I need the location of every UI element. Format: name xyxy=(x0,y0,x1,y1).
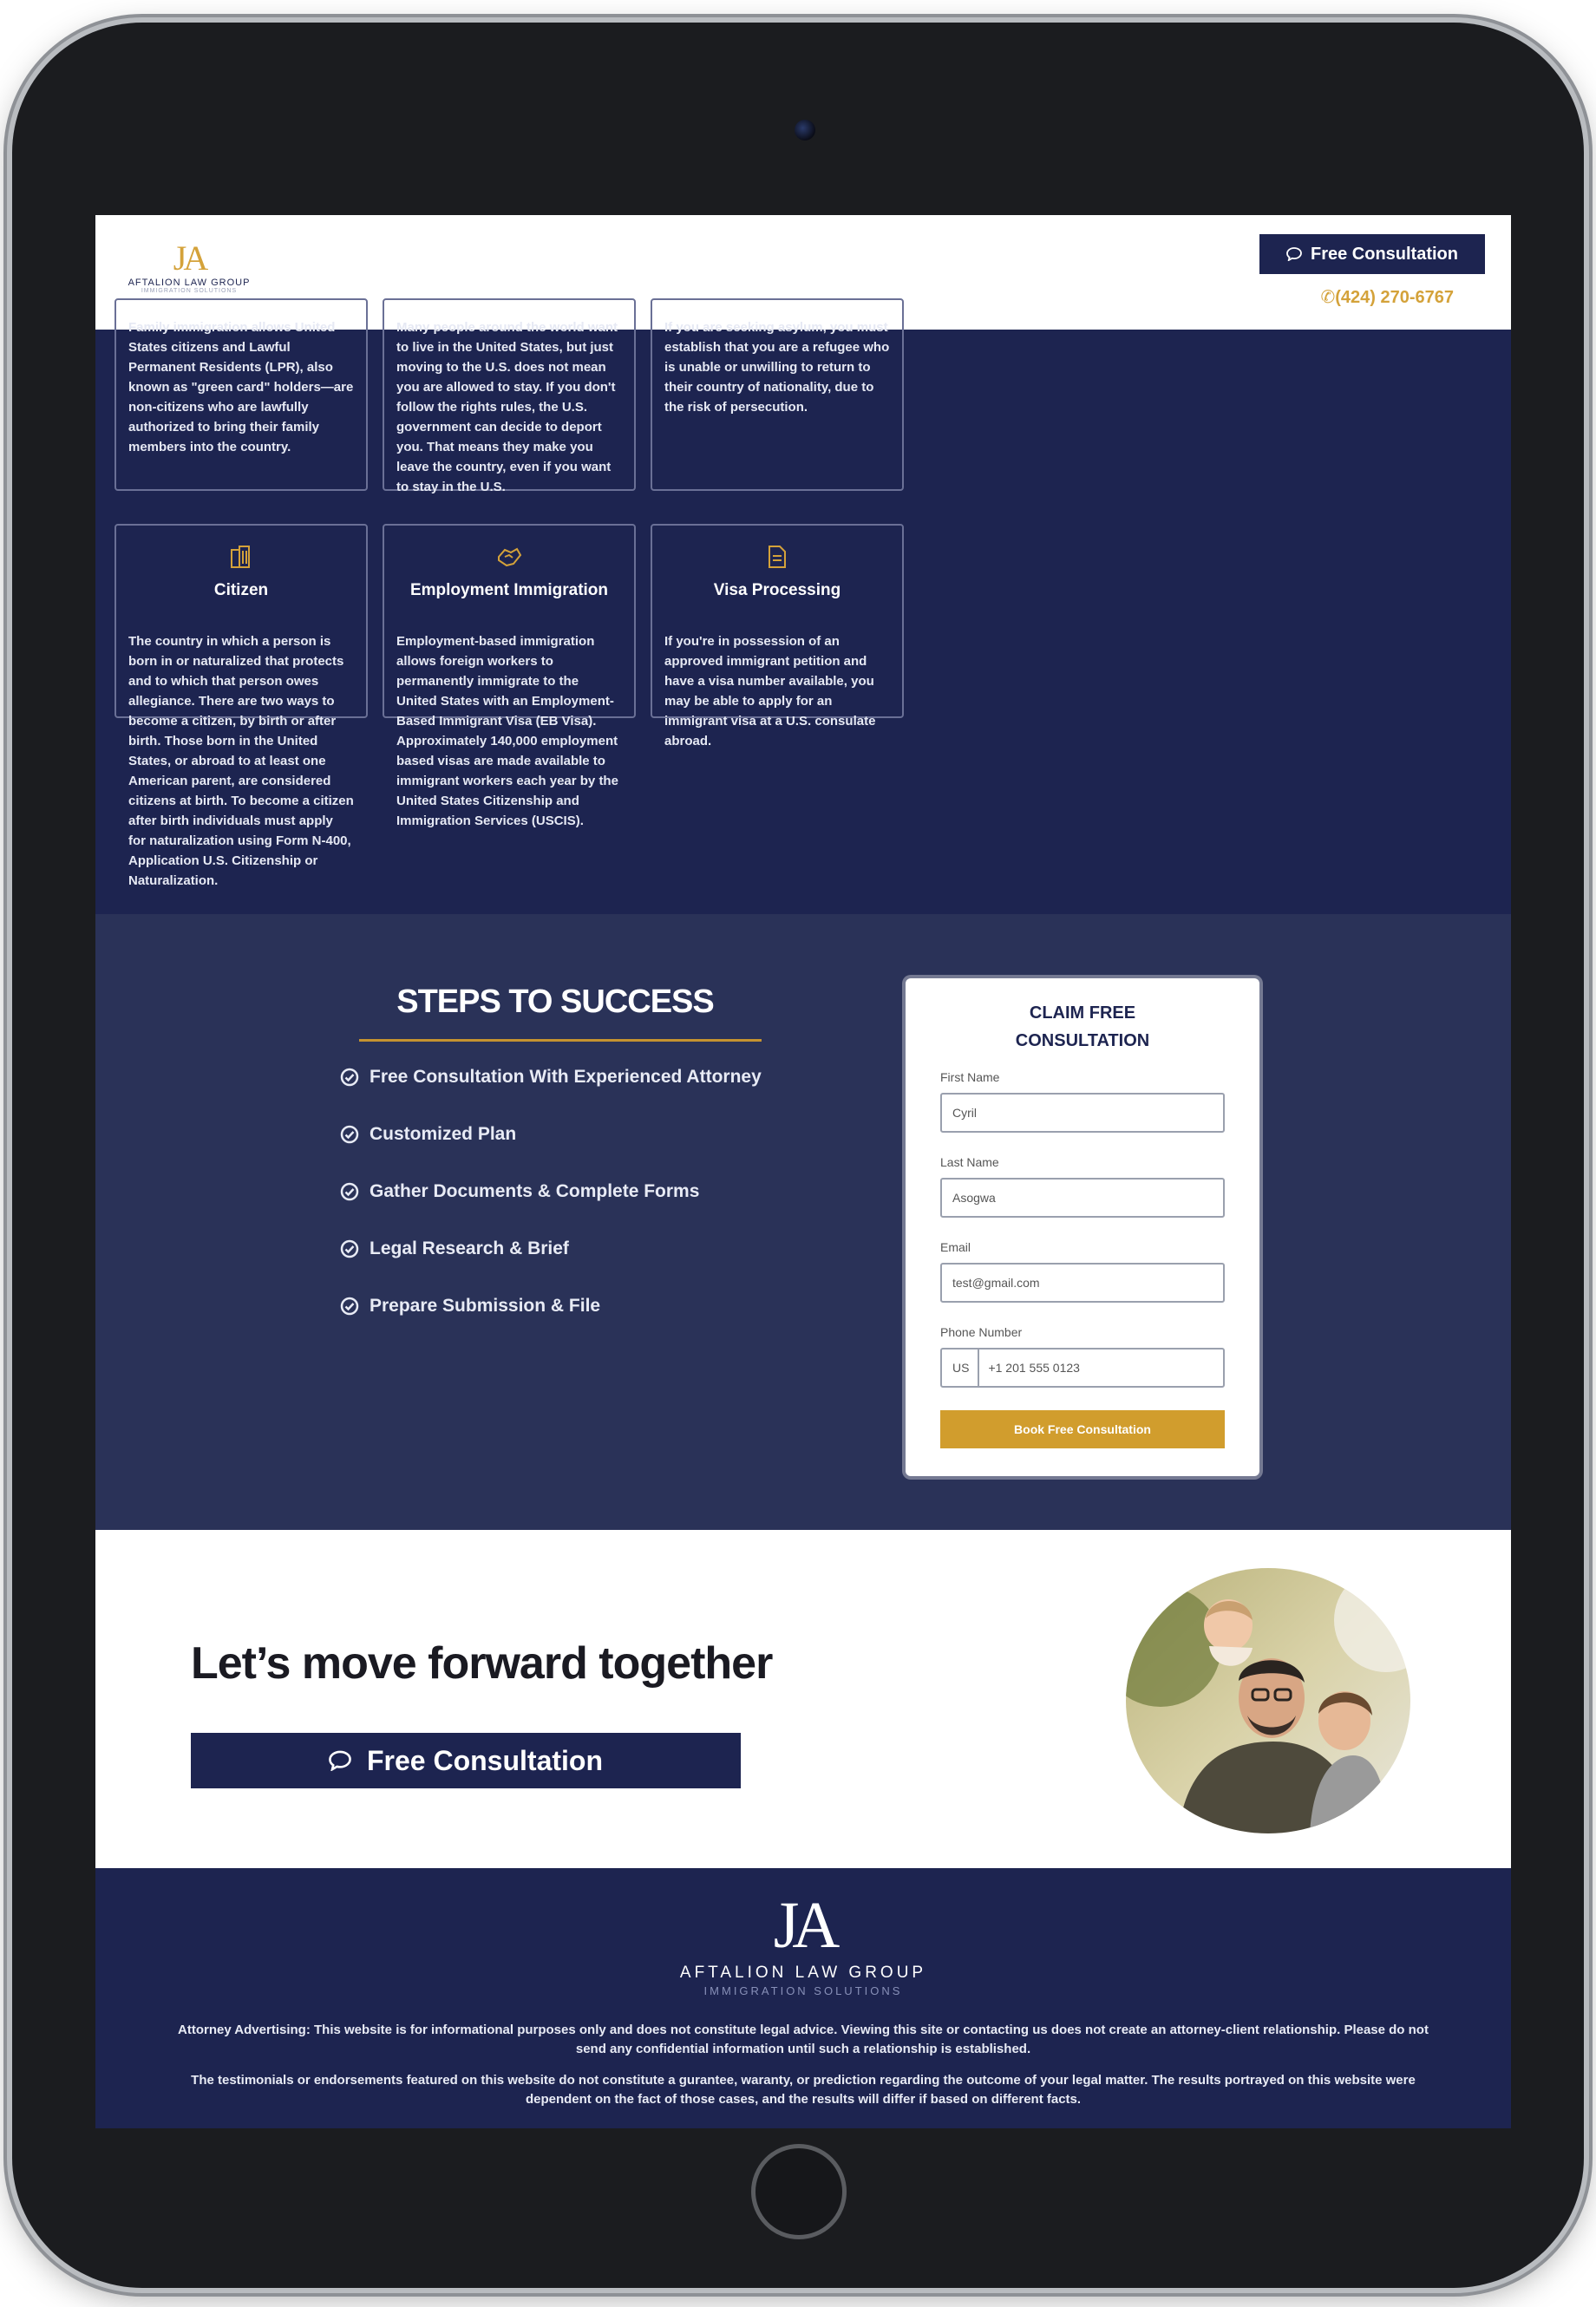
service-card-text: Family immigration allows United States … xyxy=(128,320,354,454)
service-card-text: The country in which a person is born in… xyxy=(128,634,354,888)
check-circle-icon xyxy=(340,1125,359,1144)
consultation-form: CLAIM FREE CONSULTATION First Name Cyril… xyxy=(906,978,1259,1476)
service-card-text: If you are seeking asylum, you must esta… xyxy=(664,320,890,415)
advertising-text: This website is for informational purpos… xyxy=(314,2023,1429,2056)
step-label: Prepare Submission & File xyxy=(370,1296,601,1316)
service-card-visa: Visa Processing If you're in possession … xyxy=(651,524,904,748)
step-item: Prepare Submission & File xyxy=(340,1296,600,1317)
cta-consultation-button[interactable]: Free Consultation xyxy=(191,1733,741,1788)
service-card-text: If you're in possession of an approved i… xyxy=(664,634,876,748)
chat-bubble-icon xyxy=(329,1750,351,1771)
footer-logo-name: AFTALION LAW GROUP xyxy=(679,1964,927,1982)
last-name-label: Last Name xyxy=(940,1155,999,1169)
check-circle-icon xyxy=(340,1182,359,1201)
form-title: CLAIM FREE CONSULTATION xyxy=(906,999,1259,1055)
site-footer: JA AFTALION LAW GROUP IMMIGRATION SOLUTI… xyxy=(95,1868,1511,2128)
service-card-text: Many people around the world want to liv… xyxy=(396,320,618,494)
step-item: Legal Research & Brief xyxy=(340,1238,569,1259)
steps-title: STEPS TO SUCCESS xyxy=(396,984,715,1020)
service-card-citizen: Citizen The country in which a person is… xyxy=(114,524,368,888)
building-icon xyxy=(116,545,366,569)
footer-disclaimer: The testimonials or endorsements feature… xyxy=(191,2073,1416,2107)
step-item: Free Consultation With Experienced Attor… xyxy=(340,1067,762,1088)
email-label: Email xyxy=(940,1240,971,1254)
service-card-title: Citizen xyxy=(213,581,269,599)
first-name-label: First Name xyxy=(940,1070,1000,1084)
footer-logo-tagline: IMMIGRATION SOLUTIONS xyxy=(703,1984,903,1997)
service-card-title: Employment Immigration xyxy=(409,581,609,599)
service-card-removal: Many people around the world want to liv… xyxy=(383,298,636,494)
check-circle-icon xyxy=(340,1239,359,1258)
family-photo xyxy=(1126,1568,1410,1833)
steps-divider xyxy=(359,1039,762,1042)
chat-bubble-icon xyxy=(1286,247,1302,261)
step-label: Legal Research & Brief xyxy=(370,1238,569,1258)
header-consultation-button[interactable]: Free Consultation xyxy=(1259,234,1485,274)
footer-logo-mark: JA xyxy=(773,1889,840,1962)
check-circle-icon xyxy=(340,1068,359,1087)
service-card-title: Visa Processing xyxy=(713,581,841,599)
browser-screen: JA AFTALION LAW GROUP IMMIGRATION SOLUTI… xyxy=(95,215,1511,2128)
cta-title: Let’s move forward together xyxy=(191,1638,773,1689)
phone-icon: ✆ xyxy=(1320,288,1336,307)
step-label: Customized Plan xyxy=(370,1124,517,1144)
form-title-line: CONSULTATION xyxy=(1015,1031,1150,1050)
cta-section: Let’s move forward together Free Consult… xyxy=(95,1530,1511,1868)
step-label: Free Consultation With Experienced Attor… xyxy=(370,1067,762,1087)
last-name-value: Asogwa xyxy=(952,1191,996,1205)
step-item: Customized Plan xyxy=(340,1124,516,1145)
header-phone-number: (424) 270-6767 xyxy=(1335,288,1454,307)
advertising-label: Attorney Advertising: xyxy=(178,2023,311,2037)
phone-country-select[interactable]: US xyxy=(952,1350,980,1386)
handshake-icon xyxy=(384,545,634,569)
last-name-field[interactable]: Asogwa xyxy=(940,1178,1225,1218)
cta-button-label: Free Consultation xyxy=(366,1744,603,1776)
service-card-asylum: If you are seeking asylum, you must esta… xyxy=(651,298,904,491)
first-name-value: Cyril xyxy=(952,1106,977,1120)
step-label: Gather Documents & Complete Forms xyxy=(370,1181,700,1201)
first-name-field[interactable]: Cyril xyxy=(940,1093,1225,1133)
service-card-family: Family immigration allows United States … xyxy=(114,298,368,491)
email-value: test@gmail.com xyxy=(952,1276,1040,1290)
header-phone-link[interactable]: ✆(424) 270-6767 xyxy=(1320,286,1454,308)
phone-field[interactable]: US +1 201 555 0123 xyxy=(940,1348,1225,1388)
phone-label: Phone Number xyxy=(940,1325,1023,1339)
footer-logo[interactable]: JA AFTALION LAW GROUP IMMIGRATION SOLUTI… xyxy=(651,1892,956,1997)
logo-mark: JA xyxy=(173,239,208,278)
logo-name: AFTALION LAW GROUP xyxy=(128,278,251,288)
tablet-frame: JA AFTALION LAW GROUP IMMIGRATION SOLUTI… xyxy=(12,23,1584,2288)
document-icon xyxy=(652,545,902,569)
email-field[interactable]: test@gmail.com xyxy=(940,1263,1225,1303)
steps-section: STEPS TO SUCCESS Free Consultation With … xyxy=(95,914,1511,1530)
service-card-text: Employment-based immigration allows fore… xyxy=(396,634,618,828)
logo-tagline: IMMIGRATION SOLUTIONS xyxy=(141,288,238,294)
service-card-employment: Employment Immigration Employment-based … xyxy=(383,524,636,828)
camera-icon xyxy=(795,120,815,141)
advertising-notice: Attorney Advertising: This website is fo… xyxy=(165,2021,1442,2059)
form-title-line: CLAIM FREE xyxy=(1029,1003,1136,1023)
header-consultation-label: Free Consultation xyxy=(1310,244,1458,264)
phone-value: +1 201 555 0123 xyxy=(988,1361,1080,1375)
check-circle-icon xyxy=(340,1297,359,1316)
home-button[interactable] xyxy=(751,2144,847,2239)
book-consultation-button[interactable]: Book Free Consultation xyxy=(940,1410,1225,1448)
header-logo[interactable]: JA AFTALION LAW GROUP IMMIGRATION SOLUTI… xyxy=(120,239,258,295)
step-item: Gather Documents & Complete Forms xyxy=(340,1181,699,1202)
